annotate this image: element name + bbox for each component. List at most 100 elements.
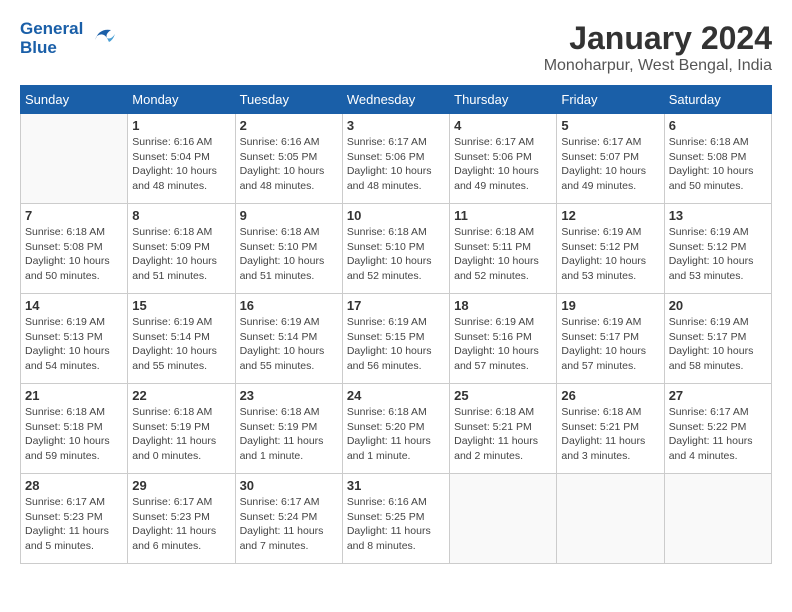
day-number: 2 — [240, 118, 338, 133]
day-of-week-header: Tuesday — [235, 86, 342, 114]
day-info: Sunrise: 6:19 AM Sunset: 5:17 PM Dayligh… — [669, 315, 767, 374]
day-number: 24 — [347, 388, 445, 403]
calendar-cell: 13 Sunrise: 6:19 AM Sunset: 5:12 PM Dayli… — [664, 204, 771, 294]
day-info: Sunrise: 6:17 AM Sunset: 5:23 PM Dayligh… — [132, 495, 230, 554]
day-info: Sunrise: 6:18 AM Sunset: 5:18 PM Dayligh… — [25, 405, 123, 464]
calendar-cell: 10 Sunrise: 6:18 AM Sunset: 5:10 PM Dayli… — [342, 204, 449, 294]
day-number: 3 — [347, 118, 445, 133]
day-number: 30 — [240, 478, 338, 493]
day-number: 27 — [669, 388, 767, 403]
day-number: 1 — [132, 118, 230, 133]
calendar-cell: 26 Sunrise: 6:18 AM Sunset: 5:21 PM Dayli… — [557, 384, 664, 474]
day-info: Sunrise: 6:18 AM Sunset: 5:08 PM Dayligh… — [25, 225, 123, 284]
calendar-cell: 12Sunrise: 6:19 AM Sunset: 5:12 PM Dayli… — [557, 204, 664, 294]
day-number: 15 — [132, 298, 230, 313]
day-info: Sunrise: 6:17 AM Sunset: 5:06 PM Dayligh… — [454, 135, 552, 194]
day-of-week-header: Saturday — [664, 86, 771, 114]
calendar-cell: 11 Sunrise: 6:18 AM Sunset: 5:11 PM Dayli… — [450, 204, 557, 294]
calendar-cell: 19 Sunrise: 6:19 AM Sunset: 5:17 PM Dayli… — [557, 294, 664, 384]
page-header: General Blue January 2024 Monoharpur, We… — [20, 20, 772, 75]
day-info: Sunrise: 6:18 AM Sunset: 5:19 PM Dayligh… — [240, 405, 338, 464]
location-text: Monoharpur, West Bengal, India — [544, 57, 772, 75]
day-info: Sunrise: 6:19 AM Sunset: 5:17 PM Dayligh… — [561, 315, 659, 374]
calendar-cell: 21 Sunrise: 6:18 AM Sunset: 5:18 PM Dayli… — [21, 384, 128, 474]
calendar-week-row: 7 Sunrise: 6:18 AM Sunset: 5:08 PM Daylig… — [21, 204, 772, 294]
day-info: Sunrise: 6:18 AM Sunset: 5:10 PM Dayligh… — [240, 225, 338, 284]
day-info: Sunrise: 6:19 AM Sunset: 5:14 PM Dayligh… — [240, 315, 338, 374]
calendar-cell — [21, 114, 128, 204]
day-number: 25 — [454, 388, 552, 403]
day-number: 23 — [240, 388, 338, 403]
day-info: Sunrise: 6:19 AM Sunset: 5:13 PM Dayligh… — [25, 315, 123, 374]
day-info: Sunrise: 6:18 AM Sunset: 5:10 PM Dayligh… — [347, 225, 445, 284]
day-number: 21 — [25, 388, 123, 403]
calendar-cell: 24 Sunrise: 6:18 AM Sunset: 5:20 PM Dayli… — [342, 384, 449, 474]
calendar-cell: 2Sunrise: 6:16 AM Sunset: 5:05 PM Daylig… — [235, 114, 342, 204]
day-number: 13 — [669, 208, 767, 223]
day-info: Sunrise: 6:18 AM Sunset: 5:20 PM Dayligh… — [347, 405, 445, 464]
calendar-cell: 28 Sunrise: 6:17 AM Sunset: 5:23 PM Dayli… — [21, 474, 128, 564]
day-info: Sunrise: 6:18 AM Sunset: 5:11 PM Dayligh… — [454, 225, 552, 284]
day-number: 16 — [240, 298, 338, 313]
day-info: Sunrise: 6:18 AM Sunset: 5:21 PM Dayligh… — [561, 405, 659, 464]
day-info: Sunrise: 6:16 AM Sunset: 5:04 PM Dayligh… — [132, 135, 230, 194]
calendar-week-row: 1 Sunrise: 6:16 AM Sunset: 5:04 PM Daylig… — [21, 114, 772, 204]
day-info: Sunrise: 6:16 AM Sunset: 5:25 PM Dayligh… — [347, 495, 445, 554]
day-info: Sunrise: 6:17 AM Sunset: 5:24 PM Dayligh… — [240, 495, 338, 554]
logo-blue: Blue — [20, 39, 83, 58]
day-number: 28 — [25, 478, 123, 493]
calendar-cell — [450, 474, 557, 564]
calendar-cell: 18Sunrise: 6:19 AM Sunset: 5:16 PM Dayli… — [450, 294, 557, 384]
day-number: 31 — [347, 478, 445, 493]
day-info: Sunrise: 6:19 AM Sunset: 5:12 PM Dayligh… — [669, 225, 767, 284]
calendar-cell: 17 Sunrise: 6:19 AM Sunset: 5:15 PM Dayli… — [342, 294, 449, 384]
day-number: 10 — [347, 208, 445, 223]
calendar-cell: 25 Sunrise: 6:18 AM Sunset: 5:21 PM Dayli… — [450, 384, 557, 474]
day-number: 19 — [561, 298, 659, 313]
day-of-week-header: Monday — [128, 86, 235, 114]
day-number: 17 — [347, 298, 445, 313]
day-info: Sunrise: 6:17 AM Sunset: 5:22 PM Dayligh… — [669, 405, 767, 464]
day-number: 26 — [561, 388, 659, 403]
calendar-cell: 29Sunrise: 6:17 AM Sunset: 5:23 PM Dayli… — [128, 474, 235, 564]
calendar-cell: 1 Sunrise: 6:16 AM Sunset: 5:04 PM Daylig… — [128, 114, 235, 204]
calendar-cell — [664, 474, 771, 564]
day-number: 4 — [454, 118, 552, 133]
day-info: Sunrise: 6:17 AM Sunset: 5:23 PM Dayligh… — [25, 495, 123, 554]
day-info: Sunrise: 6:19 AM Sunset: 5:15 PM Dayligh… — [347, 315, 445, 374]
logo: General Blue — [20, 20, 119, 57]
day-number: 14 — [25, 298, 123, 313]
calendar-cell: 20 Sunrise: 6:19 AM Sunset: 5:17 PM Dayli… — [664, 294, 771, 384]
days-header-row: SundayMondayTuesdayWednesdayThursdayFrid… — [21, 86, 772, 114]
day-info: Sunrise: 6:19 AM Sunset: 5:14 PM Dayligh… — [132, 315, 230, 374]
calendar-cell: 31 Sunrise: 6:16 AM Sunset: 5:25 PM Dayli… — [342, 474, 449, 564]
day-number: 7 — [25, 208, 123, 223]
month-title: January 2024 — [544, 20, 772, 57]
calendar-table: SundayMondayTuesdayWednesdayThursdayFrid… — [20, 85, 772, 564]
calendar-cell: 27 Sunrise: 6:17 AM Sunset: 5:22 PM Dayli… — [664, 384, 771, 474]
day-info: Sunrise: 6:18 AM Sunset: 5:09 PM Dayligh… — [132, 225, 230, 284]
day-info: Sunrise: 6:18 AM Sunset: 5:19 PM Dayligh… — [132, 405, 230, 464]
day-info: Sunrise: 6:18 AM Sunset: 5:21 PM Dayligh… — [454, 405, 552, 464]
day-number: 20 — [669, 298, 767, 313]
day-number: 12 — [561, 208, 659, 223]
day-number: 9 — [240, 208, 338, 223]
day-of-week-header: Wednesday — [342, 86, 449, 114]
logo-bird-icon — [87, 20, 119, 57]
calendar-cell: 9 Sunrise: 6:18 AM Sunset: 5:10 PM Daylig… — [235, 204, 342, 294]
day-number: 22 — [132, 388, 230, 403]
calendar-cell: 3Sunrise: 6:17 AM Sunset: 5:06 PM Daylig… — [342, 114, 449, 204]
calendar-cell: 6Sunrise: 6:18 AM Sunset: 5:08 PM Daylig… — [664, 114, 771, 204]
calendar-week-row: 21 Sunrise: 6:18 AM Sunset: 5:18 PM Dayli… — [21, 384, 772, 474]
day-number: 11 — [454, 208, 552, 223]
calendar-cell: 15 Sunrise: 6:19 AM Sunset: 5:14 PM Dayli… — [128, 294, 235, 384]
day-info: Sunrise: 6:17 AM Sunset: 5:07 PM Dayligh… — [561, 135, 659, 194]
day-number: 18 — [454, 298, 552, 313]
day-of-week-header: Thursday — [450, 86, 557, 114]
calendar-cell: 5Sunrise: 6:17 AM Sunset: 5:07 PM Daylig… — [557, 114, 664, 204]
calendar-cell — [557, 474, 664, 564]
calendar-cell: 14 Sunrise: 6:19 AM Sunset: 5:13 PM Dayli… — [21, 294, 128, 384]
calendar-cell: 7 Sunrise: 6:18 AM Sunset: 5:08 PM Daylig… — [21, 204, 128, 294]
day-info: Sunrise: 6:18 AM Sunset: 5:08 PM Dayligh… — [669, 135, 767, 194]
calendar-week-row: 28 Sunrise: 6:17 AM Sunset: 5:23 PM Dayli… — [21, 474, 772, 564]
